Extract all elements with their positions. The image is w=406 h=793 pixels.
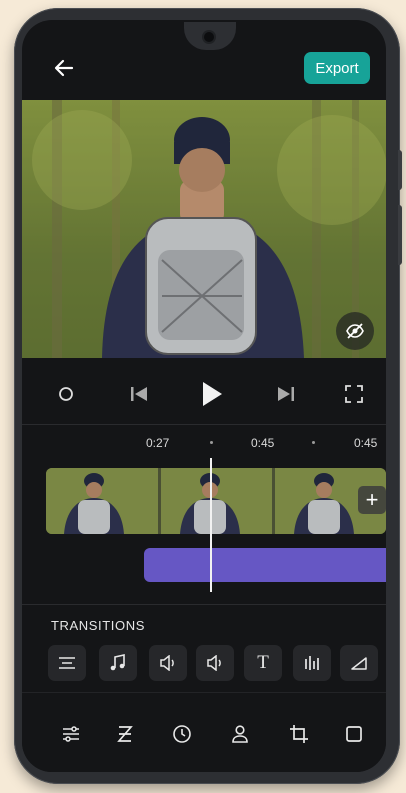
text-icon[interactable]: T [244,645,282,681]
add-clip-button[interactable]: + [358,486,386,514]
volume-low-icon[interactable] [149,645,187,681]
ruler-dot [210,441,213,444]
video-track[interactable] [46,468,386,534]
square-icon[interactable] [340,720,368,748]
transitions-label: TRANSITIONS [51,618,145,633]
timestamp-label: 0:45 [354,436,378,450]
crop-icon[interactable] [285,720,313,748]
section-divider [22,604,386,605]
skip-next-icon[interactable] [272,376,300,412]
person-icon[interactable] [226,720,254,748]
power-button [398,205,402,265]
front-camera [204,32,214,42]
clock-icon[interactable] [168,720,196,748]
export-button[interactable]: Export [304,52,370,84]
audio-levels-icon[interactable] [293,645,331,681]
video-preview[interactable] [22,100,386,358]
clip-thumbnails [46,468,386,534]
ruler-dot [312,441,315,444]
letter-z-icon[interactable] [111,720,139,748]
play-icon[interactable] [196,376,228,412]
volume-low-icon[interactable] [196,645,234,681]
audio-track[interactable] [144,548,386,582]
timestamp-label: 0:45 [251,436,275,450]
playhead[interactable] [210,458,212,592]
music-note-icon[interactable] [99,645,137,681]
record-icon[interactable] [52,376,80,412]
skip-previous-icon[interactable] [125,376,153,412]
preview-frame-image [22,100,386,358]
eye-off-icon[interactable] [336,312,374,350]
slope-icon[interactable] [340,645,378,681]
app-screen: Export 0:27 0:45 0:45 + TRANSITIONS T [22,20,386,772]
align-lines-icon[interactable] [48,645,86,681]
timestamp-label: 0:27 [146,436,170,450]
fullscreen-icon[interactable] [340,376,368,412]
sliders-icon[interactable] [57,720,85,748]
volume-button [398,150,402,190]
timeline-divider [22,424,386,425]
back-arrow-icon[interactable] [50,54,78,82]
